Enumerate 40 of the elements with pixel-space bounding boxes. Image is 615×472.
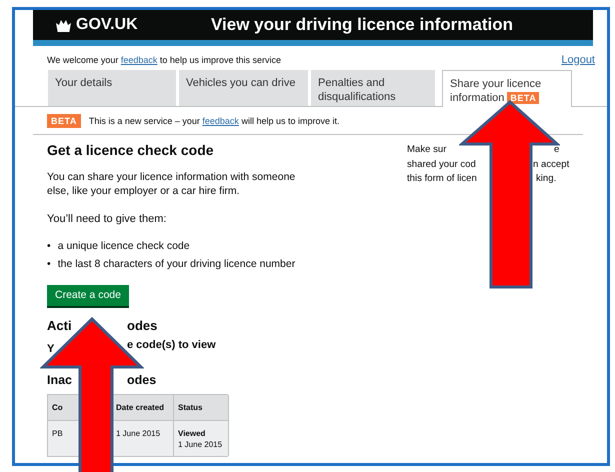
nav-tab[interactable]: Penalties and disqualifications	[311, 70, 435, 106]
side-note-text: shared your cod	[407, 158, 476, 170]
feedback-message: We welcome your feedback to help us improve this service	[47, 54, 281, 64]
nav-tab[interactable]: Your details	[48, 70, 176, 106]
bullet-item: a unique licence check code	[58, 239, 190, 254]
section-heading: Inac	[47, 373, 72, 387]
empty-message: e code(s) to view	[127, 339, 216, 353]
bullet: •	[47, 257, 51, 272]
crown-icon	[55, 18, 72, 32]
side-note-text: this form of licen	[407, 173, 477, 184]
bullet: •	[47, 239, 51, 254]
site-logo: GOV.UK	[76, 16, 138, 34]
column-header: Date created	[116, 403, 164, 412]
nav-tab[interactable]: Vehicles you can drive	[179, 70, 308, 106]
section-heading: Acti	[47, 318, 72, 333]
table-cell: 1 June 2015	[178, 440, 222, 449]
column-header: Status	[178, 403, 202, 412]
column-header: Co	[52, 403, 63, 412]
bullet-item: the last 8 characters of your driving licence number	[58, 257, 296, 272]
table-cell: PB	[52, 429, 63, 438]
beta-tag: BETA	[47, 114, 81, 128]
section-heading: odes	[127, 373, 156, 387]
side-note-text: king.	[536, 172, 556, 186]
side-note-text: n accept	[533, 158, 570, 172]
feedback-link[interactable]: feedback	[120, 54, 158, 64]
intro-text: You can share your licence information with someone else, like your employer or a car hire firm.	[47, 170, 296, 198]
section-heading: Get a licence check code	[47, 142, 215, 158]
feedback-link[interactable]: feedback	[202, 116, 239, 126]
side-note-text: Make sur	[407, 144, 446, 155]
nav-tab[interactable]: Share your licence information BETA	[442, 70, 572, 107]
logout-link[interactable]: Logout	[561, 54, 595, 66]
empty-message: Y	[47, 343, 54, 355]
beta-message: This is a new service – your feedback will help us to improve it.	[88, 116, 340, 126]
status-label: Viewed	[178, 428, 206, 439]
instruction-text: You’ll need to give them:	[47, 212, 168, 226]
create-code-button[interactable]: Create a code	[47, 285, 129, 306]
section-heading: odes	[127, 318, 158, 333]
page-title: View your driving licence information	[211, 15, 513, 35]
table-cell: 1 June 2015	[116, 429, 160, 438]
side-note-text: e	[554, 143, 560, 157]
